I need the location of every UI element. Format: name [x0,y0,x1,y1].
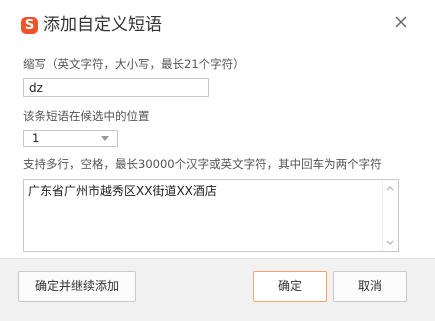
position-label: 该条短语在候选中的位置 [23,109,150,123]
confirm-and-continue-button[interactable]: 确定并继续添加 [18,271,136,302]
confirm-button[interactable]: 确定 [253,271,327,302]
content-text: 广东省广州市越秀区XX街道XX酒店 [28,184,217,198]
abbreviation-input[interactable] [23,78,209,97]
title-bar: S 添加自定义短语 [0,0,435,46]
position-select-value: 1 [32,131,40,145]
content-textarea[interactable]: 广东省广州市越秀区XX街道XX酒店 [23,179,399,252]
scroll-down-icon[interactable] [386,240,394,246]
abbreviation-label: 缩写（英文字符，大小写，最长21个字符） [23,57,245,71]
position-select[interactable]: 1 [23,130,118,147]
sogou-logo-icon: S [21,17,38,34]
content-label: 支持多行，空格，最长30000个汉字或英文字符，其中回车为两个字符 [23,157,382,171]
add-custom-phrase-dialog: S 添加自定义短语 缩写（英文字符，大小写，最长21个字符） 该条短语在候选中的… [0,0,435,321]
scroll-up-icon[interactable] [386,185,394,191]
textarea-scrollbar[interactable] [382,180,398,251]
close-icon[interactable] [393,14,409,30]
chevron-down-icon [101,136,109,141]
cancel-button[interactable]: 取消 [333,271,407,302]
dialog-footer: 确定并继续添加 确定 取消 [0,258,435,321]
dialog-title: 添加自定义短语 [43,15,162,35]
